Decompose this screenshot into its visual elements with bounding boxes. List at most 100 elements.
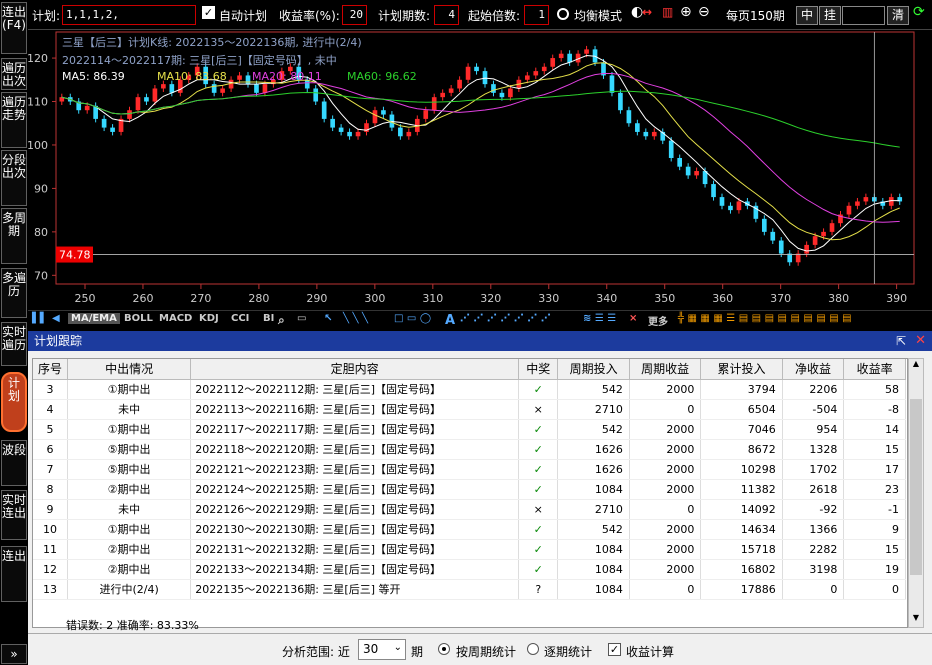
yield-input[interactable]: 20	[342, 5, 367, 25]
table-row[interactable]: 10 ①期中出 2022130～2022130期: 三星[后三]【固定号码】 ✓ 542…	[33, 519, 906, 540]
sidebar-duobianli[interactable]: 多遍历	[1, 268, 27, 318]
candle	[254, 84, 259, 93]
scroll-thumb[interactable]	[910, 399, 922, 575]
cell-plan: 2022112～2022112期: 三星[后三]【固定号码】	[190, 379, 520, 400]
column-header[interactable]: 序号	[33, 359, 68, 380]
table-row[interactable]: 9 未中 2022126～2022129期: 三星[后三]【固定号码】 × 2710 0 1…	[33, 499, 906, 520]
cell-net: -504	[782, 399, 845, 420]
prev-icon[interactable]: ◀	[52, 313, 60, 324]
cell-plan: 2022121～2022123期: 三星[后三]【固定号码】	[190, 459, 520, 480]
cell-win: ×	[518, 499, 559, 520]
search-icon[interactable]: ⌕	[278, 313, 285, 328]
sidebar-lianchu2[interactable]: 连出	[1, 546, 27, 602]
ma60-line	[61, 90, 900, 148]
ruler-icon[interactable]: ▭	[297, 313, 306, 324]
cell-win: ✓	[518, 419, 559, 440]
kline-chart[interactable]: 120 110 100 90 80 70 250 260 270 280 290 300 310 320 3…	[28, 30, 932, 310]
clear-button[interactable]: 清	[887, 6, 909, 25]
gua-button[interactable]: 挂	[819, 6, 841, 25]
sidebar-shishilianchu[interactable]: 实时连出	[1, 490, 27, 540]
candle	[457, 79, 462, 89]
sidebar-bianliechuci[interactable]: 遍历出次	[1, 58, 27, 90]
candle	[558, 53, 564, 59]
by-period-label: 逐期统计	[544, 645, 593, 659]
income-calc-checkbox[interactable]: ✓	[608, 643, 621, 656]
table-row[interactable]: 8 ②期中出 2022124～2022125期: 三星[后三]【固定号码】 ✓ 1084…	[33, 479, 906, 500]
table-row[interactable]: 5 ①期中出 2022117～2022117期: 三星[后三]【固定号码】 ✓ 542 2…	[33, 419, 906, 440]
cursor-icon[interactable]: ↖	[324, 313, 332, 324]
tab-cci[interactable]: CCI	[231, 313, 249, 324]
range-label: 分析范围: 近	[282, 645, 350, 659]
table-row[interactable]: 12 ②期中出 2022133～2022134期: 三星[后三]【固定号码】 ✓ 108…	[33, 559, 906, 580]
sidebar-lianchu[interactable]: 连出(F4)	[1, 2, 27, 54]
column-header[interactable]: 定胆内容	[190, 359, 520, 380]
more-button[interactable]: 更多	[648, 313, 668, 328]
line-tool-icon[interactable]: ╲ ╲ ╲	[343, 313, 368, 324]
auto-plan-checkbox[interactable]: ✓	[202, 6, 215, 19]
candle	[347, 131, 352, 137]
column-header[interactable]: 净收益	[782, 359, 845, 380]
delete-tool-icon[interactable]: ⨯	[629, 313, 637, 324]
fan-tool-icon[interactable]: ⋰ ⋰ ⋰ ⋰ ⋰ ⋰ ⋰	[460, 313, 551, 324]
text-tool-icon[interactable]: A	[445, 313, 455, 328]
candle	[398, 127, 403, 137]
tab-kdj[interactable]: KDJ	[199, 313, 219, 324]
sidebar-jihua[interactable]: 计划	[1, 372, 27, 432]
tab-ma-ema[interactable]: MA/EMA	[68, 313, 120, 324]
candle	[474, 66, 479, 72]
zoom-out-icon[interactable]: ⊖	[698, 4, 710, 20]
column-header[interactable]: 中出情况	[67, 359, 192, 380]
by-period-radio[interactable]	[527, 643, 539, 655]
sidebar-shishibianli[interactable]: 实时遍历	[1, 322, 27, 366]
cell-invest: 542	[557, 379, 630, 400]
table-row[interactable]: 11 ②期中出 2022131～2022132期: 三星[后三]【固定号码】 ✓ 108…	[33, 539, 906, 560]
periods-input[interactable]: 4	[434, 5, 459, 25]
zoom-in-icon[interactable]: ⊕	[680, 4, 692, 20]
zhong-button[interactable]: 中	[796, 6, 818, 25]
plan-input[interactable]: 1,1,1,2,	[62, 5, 196, 25]
scroll-down-icon[interactable]: ▼	[909, 613, 923, 627]
pin-icon[interactable]: ⇱	[896, 331, 906, 351]
tab-boll[interactable]: BOLL	[124, 313, 153, 324]
table-row[interactable]: 7 ⑤期中出 2022121～2022123期: 三星[后三]【固定号码】 ✓ 1626…	[33, 459, 906, 480]
scroll-up-icon[interactable]: ▲	[909, 359, 923, 373]
table-row[interactable]: 3 ①期中出 2022112～2022112期: 三星[后三]【固定号码】 ✓ 542 2…	[33, 379, 906, 400]
expand-width-icon[interactable]: ↔	[642, 5, 652, 19]
grid-tools-icon[interactable]: ╬ ▦ ▦ ▦ ☰ ▤ ▤ ▤ ▤ ▤ ▤ ▤ ▤ ▤	[678, 313, 852, 324]
cell-total: 15718	[700, 539, 783, 560]
cell-no: 13	[33, 579, 68, 600]
column-header[interactable]: 收益率	[843, 359, 906, 380]
channel-tool-icon[interactable]: ≋ ☰ ☰	[583, 313, 616, 324]
sidebar-item-label: 遍历走势	[2, 95, 27, 122]
sidebar-bianliezoushi[interactable]: 遍历走势	[1, 92, 27, 148]
by-cycle-radio[interactable]	[438, 643, 450, 655]
table-scrollbar[interactable]: ▲ ▼	[908, 358, 924, 628]
start-multiple-input[interactable]: 1	[524, 5, 549, 25]
close-icon[interactable]: ✕	[915, 331, 926, 351]
sidebar-fenduanchuci[interactable]: 分段出次	[1, 150, 27, 206]
sidebar-item-label: 计划	[7, 376, 20, 403]
sidebar-boduan[interactable]: 波段	[1, 440, 27, 486]
bar-chart-icon[interactable]: ▌▌	[32, 313, 47, 324]
table-row[interactable]: 6 ⑤期中出 2022118～2022120期: 三星[后三]【固定号码】 ✓ 1626…	[33, 439, 906, 460]
collapse-icon[interactable]: »	[1, 644, 27, 664]
table-row[interactable]: 4 未中 2022113～2022116期: 三星[后三]【固定号码】 × 2710 0 6…	[33, 399, 906, 420]
code-input[interactable]	[842, 6, 885, 25]
column-header[interactable]: 中奖	[518, 359, 559, 380]
column-header[interactable]: 周期收益	[629, 359, 702, 380]
candle	[685, 166, 691, 176]
sidebar-duozhouqi[interactable]: 多周期	[1, 208, 27, 264]
tab-bi[interactable]: BI	[263, 313, 274, 324]
table-row[interactable]: 13 进行中(2/4) 2022135～2022136期: 三星[后三] 等开? 10…	[33, 579, 906, 600]
column-header[interactable]: 累计投入	[700, 359, 783, 380]
balance-mode-radio[interactable]	[557, 8, 569, 20]
cell-invest: 1626	[557, 439, 630, 460]
rect-tool-icon[interactable]: □ ▭ ◯	[394, 313, 431, 324]
candle	[440, 92, 446, 98]
candle	[728, 205, 733, 211]
column-header[interactable]: 周期投入	[557, 359, 630, 380]
bar-icon[interactable]: ▥	[662, 5, 673, 19]
refresh-icon[interactable]: ⟳	[913, 4, 925, 20]
tab-macd[interactable]: MACD	[159, 313, 192, 324]
range-select[interactable]: 30 ⌄	[358, 639, 406, 660]
